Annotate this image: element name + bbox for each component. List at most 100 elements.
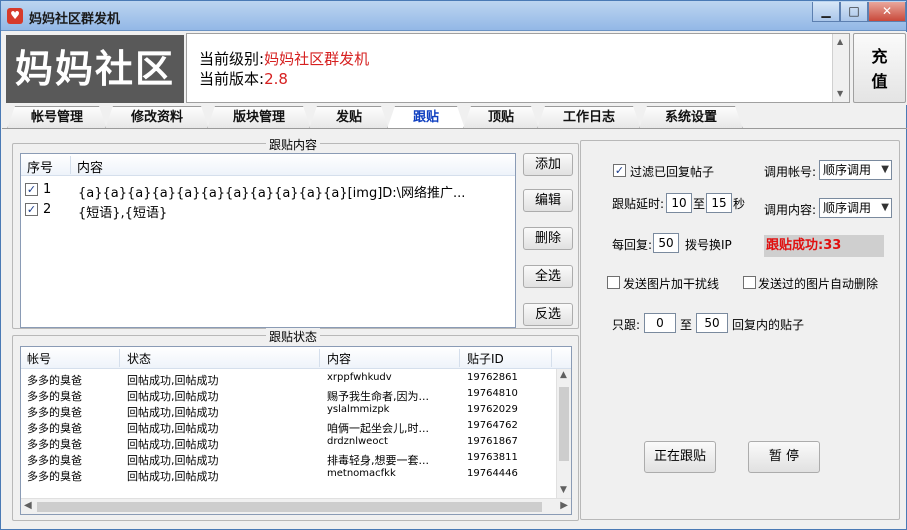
table-row[interactable]: 多多的臭爸 回帖成功,回帖成功 咱俩一起坐会儿,时... 19764762 [21, 419, 571, 435]
title-bar[interactable]: ♥ 妈妈社区群发机 ▁ □ ✕ [1, 1, 906, 31]
scroll-thumb[interactable] [559, 387, 569, 461]
running-button[interactable]: 正在跟贴 [644, 441, 716, 473]
tab-work-log[interactable]: 工作日志 [537, 106, 641, 129]
level-line: 当前级别:妈妈社区群发机 [199, 48, 369, 69]
reply-status-group: 跟贴状态 帐号 状态 内容 贴子ID 多多的臭爸 回帖成功,回帖成功 xrppf… [12, 328, 579, 521]
use-account-select[interactable]: 顺序调用 ▼ [819, 160, 892, 180]
per-reply-input[interactable]: 50 [653, 233, 679, 253]
only-follow-min-input[interactable]: 0 [644, 313, 676, 333]
reply-content-title: 跟贴内容 [266, 136, 321, 153]
only-follow-max-input[interactable]: 50 [696, 313, 728, 333]
use-content-label: 调用内容: [764, 203, 817, 217]
row-checkbox[interactable]: ✓ [25, 183, 38, 196]
cell-post-id: 19764446 [467, 468, 518, 479]
app-icon: ♥ [7, 8, 23, 24]
select-all-button[interactable]: 全选 [523, 265, 573, 288]
cell-content: metnomacfkk [327, 468, 396, 479]
cell-content: 赐予我生命者,因为... [327, 390, 429, 403]
cell-post-id: 19764762 [467, 420, 518, 431]
filter-replied-label[interactable]: 过滤已回复帖子 [630, 163, 714, 180]
auto-delete-checkbox[interactable] [743, 276, 756, 289]
scroll-thumb[interactable] [37, 502, 542, 512]
table-row[interactable]: 多多的臭爸 回帖成功,回帖成功 排毒轻身,想要一套... 19763811 [21, 451, 571, 467]
list-item[interactable]: ✓ 1 {a}{a}{a}{a}{a}{a}{a}{a}{a}{a}{a}[im… [21, 180, 515, 201]
info-scrollbar[interactable]: ▲ ▼ [832, 34, 849, 102]
delay-max-input[interactable]: 15 [706, 193, 732, 213]
pause-button[interactable]: 暂 停 [748, 441, 820, 473]
delay-min-input[interactable]: 10 [666, 193, 692, 213]
invert-selection-button[interactable]: 反选 [523, 303, 573, 326]
scroll-left-icon[interactable]: ◀ [24, 500, 32, 511]
level-label: 当前级别: [199, 50, 265, 68]
recharge-label-1: 充 [871, 47, 888, 66]
tab-content: 跟贴内容 序号 内容 ✓ 1 {a}{a}{a}{a}{a}{a}{a}{a}{… [2, 128, 907, 530]
close-button[interactable]: ✕ [868, 2, 906, 22]
auto-delete-label[interactable]: 发送过的图片自动删除 [758, 275, 878, 292]
cell-post-id: 19762029 [467, 404, 518, 415]
column-content[interactable]: 内容 [77, 157, 103, 176]
redial-label: 拨号换IP [685, 238, 732, 252]
cell-post-id: 19764810 [467, 388, 518, 399]
cell-content: xrppfwhkudv [327, 372, 392, 383]
scroll-right-icon[interactable]: ▶ [560, 500, 568, 511]
version-value: 2.8 [264, 70, 288, 88]
tab-follow-reply[interactable]: 跟贴 [387, 106, 465, 129]
version-line: 当前版本:2.8 [199, 68, 288, 89]
scroll-down-icon[interactable]: ▼ [560, 485, 567, 495]
column-status[interactable]: 状态 [127, 350, 151, 367]
tab-board-management[interactable]: 版块管理 [207, 106, 311, 129]
cell-post-id: 19762861 [467, 372, 518, 383]
scroll-up-icon[interactable]: ▲ [837, 37, 843, 46]
add-noise-checkbox[interactable] [607, 276, 620, 289]
add-button[interactable]: 添加 [523, 153, 573, 176]
status-horizontal-scrollbar[interactable]: ◀ ▶ [21, 498, 571, 514]
filter-replied-checkbox[interactable]: ✓ [613, 164, 626, 177]
cell-post-id: 19761867 [467, 436, 518, 447]
cell-status: 回帖成功,回帖成功 [127, 454, 219, 467]
scroll-up-icon[interactable]: ▲ [560, 370, 567, 380]
cell-post-id: 19763811 [467, 452, 518, 463]
tab-post[interactable]: 发贴 [309, 106, 389, 129]
status-vertical-scrollbar[interactable]: ▲ ▼ [556, 369, 571, 499]
tab-account-management[interactable]: 帐号管理 [7, 106, 107, 129]
table-row[interactable]: 多多的臭爸 回帖成功,回帖成功 metnomacfkk 19764446 [21, 467, 571, 483]
scroll-down-icon[interactable]: ▼ [837, 89, 843, 98]
reply-content-list[interactable]: 序号 内容 ✓ 1 {a}{a}{a}{a}{a}{a}{a}{a}{a}{a}… [20, 153, 516, 328]
logo: 妈妈社区 [6, 35, 184, 103]
table-row[interactable]: 多多的臭爸 回帖成功,回帖成功 yslalmmizpk 19762029 [21, 403, 571, 419]
delay-label: 跟贴延时: [612, 197, 665, 211]
column-account[interactable]: 帐号 [27, 350, 51, 367]
chevron-down-icon: ▼ [881, 202, 889, 213]
cell-account: 多多的臭爸 [27, 374, 82, 387]
cell-content: 排毒轻身,想要一套... [327, 454, 429, 467]
cell-account: 多多的臭爸 [27, 470, 82, 483]
settings-panel: ✓ 过滤已回复帖子 调用帐号: 顺序调用 ▼ 跟贴延时: 10 至 15 秒 调用… [580, 140, 900, 520]
cell-status: 回帖成功,回帖成功 [127, 390, 219, 403]
use-content-select[interactable]: 顺序调用 ▼ [819, 198, 892, 218]
row-checkbox[interactable]: ✓ [25, 203, 38, 216]
success-count: 跟贴成功:33 [764, 235, 884, 257]
cell-status: 回帖成功,回帖成功 [127, 422, 219, 435]
row-no: 1 [43, 182, 52, 197]
tab-system-settings[interactable]: 系统设置 [639, 106, 743, 129]
recharge-button[interactable]: 充 值 [853, 33, 906, 103]
table-row[interactable]: 多多的臭爸 回帖成功,回帖成功 drdznlweoct 19761867 [21, 435, 571, 451]
column-content[interactable]: 内容 [327, 350, 351, 367]
minimize-button[interactable]: ▁ [812, 2, 840, 22]
use-account-label: 调用帐号: [764, 165, 817, 179]
add-noise-label[interactable]: 发送图片加干扰线 [623, 275, 719, 292]
list-item[interactable]: ✓ 2 {短语},{短语} [21, 200, 515, 221]
reply-content-header: 序号 内容 [21, 154, 515, 176]
window-title: 妈妈社区群发机 [29, 12, 121, 27]
edit-button[interactable]: 编辑 [523, 189, 573, 212]
tab-edit-profile[interactable]: 修改资料 [105, 106, 209, 129]
maximize-button[interactable]: □ [840, 2, 868, 22]
column-no[interactable]: 序号 [27, 157, 53, 176]
table-row[interactable]: 多多的臭爸 回帖成功,回帖成功 xrppfwhkudv 19762861 [21, 371, 571, 387]
table-row[interactable]: 多多的臭爸 回帖成功,回帖成功 赐予我生命者,因为... 19764810 [21, 387, 571, 403]
tab-bump[interactable]: 顶贴 [463, 106, 539, 129]
delete-button[interactable]: 删除 [523, 227, 573, 250]
reply-status-list[interactable]: 帐号 状态 内容 贴子ID 多多的臭爸 回帖成功,回帖成功 xrppfwhkud… [20, 346, 572, 515]
column-post-id[interactable]: 贴子ID [467, 350, 504, 367]
cell-content: drdznlweoct [327, 436, 388, 447]
